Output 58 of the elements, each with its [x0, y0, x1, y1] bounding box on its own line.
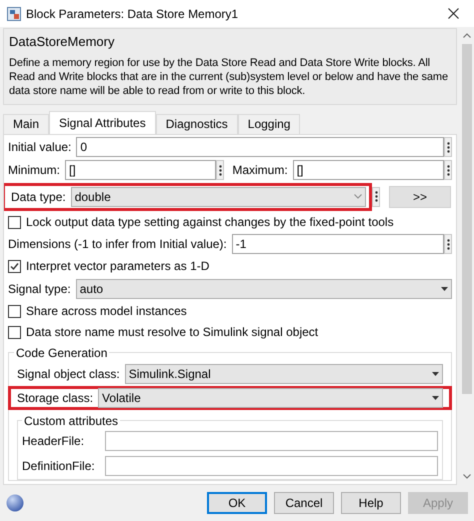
text-field[interactable]: []: [65, 160, 216, 180]
more-icon: [446, 238, 450, 250]
field-label: Storage class:: [17, 390, 94, 406]
text-field[interactable]: 0: [76, 137, 444, 157]
dialog-button[interactable]: Cancel: [274, 492, 334, 514]
field-label: Minimum:: [8, 162, 60, 179]
field-label: HeaderFile:: [22, 433, 86, 450]
options-button[interactable]: [444, 234, 452, 254]
chevron-down-icon: [354, 194, 362, 199]
tab[interactable]: Main: [3, 114, 50, 134]
dropdown[interactable]: auto: [76, 278, 452, 298]
field-label: Dimensions (-1 to infer from Initial value):: [8, 236, 227, 253]
field-label: Signal type:: [8, 280, 71, 298]
dropdown[interactable]: Simulink.Signal: [124, 364, 443, 384]
dialog-button[interactable]: Help: [341, 492, 401, 514]
field-label: DefinitionFile:: [22, 458, 96, 475]
text-field[interactable]: []: [292, 160, 444, 180]
text-field[interactable]: [105, 431, 438, 451]
field-label: Initial value:: [8, 139, 72, 156]
options-button[interactable]: [444, 137, 452, 157]
tab[interactable]: Diagnostics: [156, 114, 238, 134]
field-label: Maximum:: [232, 162, 288, 179]
more-icon: [446, 164, 450, 176]
checkbox[interactable]: [8, 326, 21, 338]
tab[interactable]: Logging: [238, 114, 300, 134]
options-button[interactable]: [444, 160, 452, 180]
text-field[interactable]: -1: [232, 234, 444, 254]
options-button[interactable]: [216, 160, 224, 180]
caret-down-icon: [441, 286, 448, 290]
checkbox[interactable]: [8, 216, 21, 228]
caret-down-icon: [432, 372, 439, 376]
checkbox-label: Interpret vector parameters as 1-D: [26, 258, 210, 275]
field-label: Signal object class:: [17, 366, 120, 382]
block-description: Define a memory region for use by the Data Store Read and Data Store Write blocks. All Read and Write blocks that are in the current (sub)system level or below and have the same data store name will be able to read from or write to this block.: [9, 56, 449, 98]
checkbox[interactable]: [8, 260, 21, 272]
checkbox-label: Lock output data type setting against changes by the fixed-point tools: [26, 214, 394, 231]
more-icon: [374, 191, 378, 202]
window-title: Block Parameters: Data Store Memory1: [26, 6, 238, 22]
field-label: Data type:: [11, 188, 66, 206]
expand-button[interactable]: >>: [389, 186, 451, 208]
scroll-up-icon[interactable]: [463, 33, 471, 38]
caret-down-icon: [432, 396, 439, 400]
block-icon: [7, 6, 21, 20]
more-icon: [446, 142, 450, 152]
dropdown[interactable]: Volatile: [98, 388, 443, 408]
scroll-down-icon[interactable]: [463, 474, 471, 479]
checkbox-label: Data store name must resolve to Simulink signal object: [26, 324, 318, 341]
block-heading: DataStoreMemory: [9, 33, 116, 51]
tab[interactable]: Signal Attributes: [49, 110, 156, 134]
checkbox[interactable]: [8, 304, 21, 318]
options-button[interactable]: [372, 186, 380, 206]
dropdown[interactable]: double: [70, 186, 366, 206]
close-icon[interactable]: [448, 8, 459, 19]
text-field[interactable]: [105, 456, 438, 476]
more-icon: [218, 164, 222, 176]
help-icon[interactable]: [6, 494, 24, 512]
checkbox-label: Share across model instances: [26, 303, 187, 320]
dialog-button[interactable]: OK: [207, 492, 267, 514]
